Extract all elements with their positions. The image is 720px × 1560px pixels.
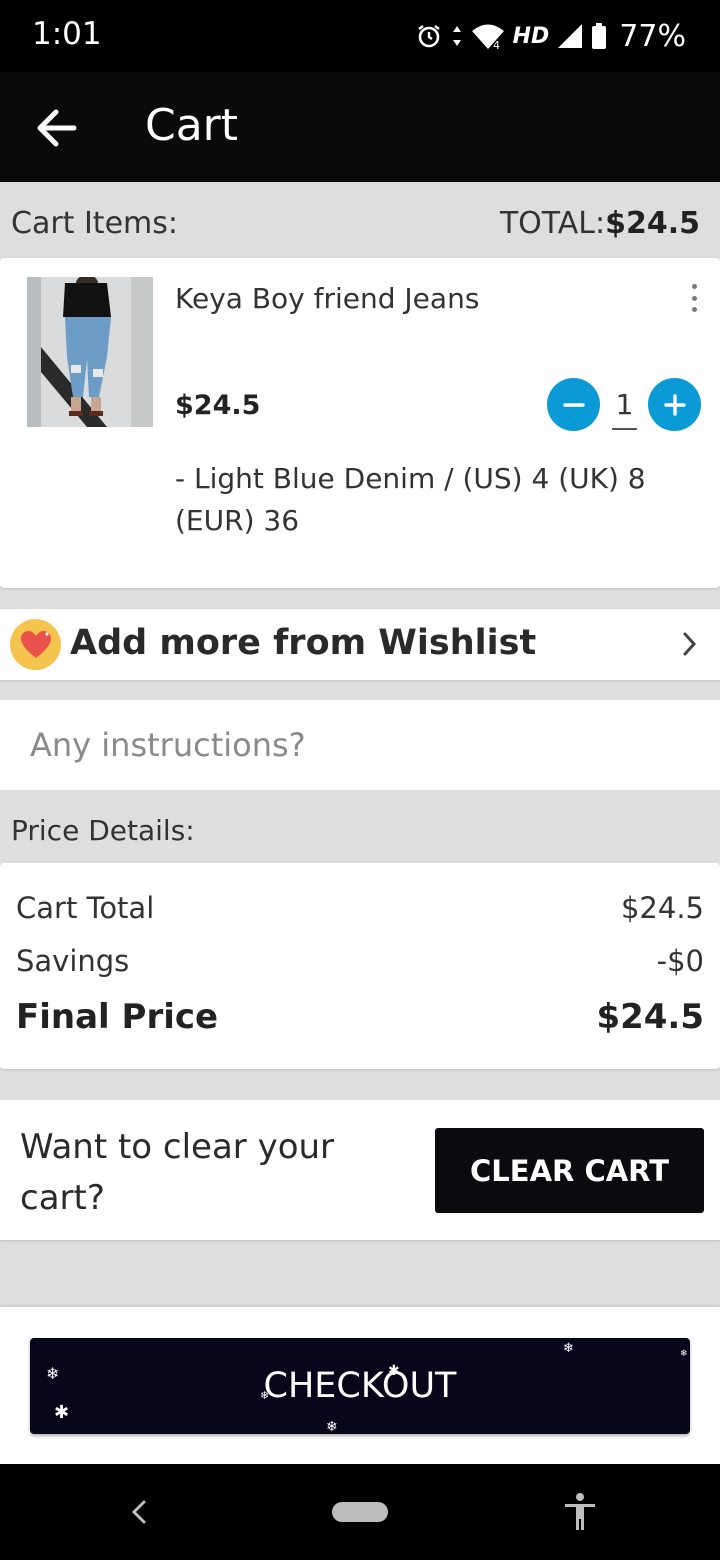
chevron-right-icon: [683, 632, 697, 656]
snowflake-icon: ❄: [563, 1341, 574, 1356]
snowflake-icon: ❄: [680, 1349, 688, 1359]
price-details-header: Price Details:: [11, 814, 195, 847]
network-gen-label: 4: [493, 39, 500, 50]
add-from-wishlist-button[interactable]: Add more from Wishlist: [0, 609, 720, 680]
cart-total: TOTAL:$24.5: [500, 206, 700, 241]
plus-icon: [663, 393, 686, 416]
back-button[interactable]: [28, 100, 84, 156]
snowflake-icon: ❄: [260, 1389, 270, 1402]
accessibility-icon[interactable]: [562, 1492, 598, 1532]
wifi-icon: 4: [471, 22, 505, 50]
checkout-button[interactable]: ❄ ✱ ❄ ❄ ✱ ❄ ❄ CHECKOUT: [30, 1338, 690, 1434]
quantity-increase-button[interactable]: [648, 378, 701, 431]
battery-icon: [591, 22, 607, 50]
clear-cart-button[interactable]: CLEAR CART: [435, 1128, 704, 1213]
app-bar: Cart: [0, 72, 720, 182]
battery-percent: 77%: [619, 18, 686, 54]
product-name[interactable]: Keya Boy friend Jeans: [175, 282, 479, 315]
clear-cart-prompt: Want to clear your cart?: [20, 1127, 335, 1218]
price-row-value: $24.5: [620, 891, 704, 925]
cart-items-header: Cart Items: TOTAL:$24.5: [0, 182, 720, 258]
status-icons: 4 HD 77%: [415, 14, 686, 58]
system-nav-bar: [0, 1464, 720, 1560]
instructions-input[interactable]: [30, 718, 690, 772]
product-image[interactable]: [27, 277, 153, 427]
alarm-icon: [415, 22, 443, 50]
instructions-box: [0, 700, 720, 790]
price-row-value: $24.5: [596, 997, 704, 1037]
nav-home-button[interactable]: [332, 1502, 388, 1522]
price-row-savings: Savings -$0: [16, 944, 704, 978]
quantity-decrease-button[interactable]: [547, 378, 600, 431]
product-price: $24.5: [175, 390, 261, 421]
price-row-value: -$0: [656, 944, 704, 978]
price-row-final-price: Final Price $24.5: [16, 997, 704, 1037]
cart-total-value: $24.5: [605, 206, 700, 241]
status-bar: 1:01 4 HD 77%: [0, 0, 720, 72]
product-variant: - Light Blue Denim / (US) 4 (UK) 8 (EUR)…: [175, 462, 646, 537]
data-arrows-icon: [451, 24, 463, 48]
arrow-left-icon: [37, 109, 77, 147]
checkout-panel: ❄ ✱ ❄ ❄ ✱ ❄ ❄ CHECKOUT: [0, 1307, 720, 1464]
page-title: Cart: [145, 100, 239, 151]
more-options-icon[interactable]: [682, 284, 706, 312]
snowflake-icon: ✱: [54, 1402, 70, 1423]
price-row-label: Cart Total: [16, 891, 155, 925]
quantity-value[interactable]: 1: [612, 388, 637, 430]
wishlist-label: Add more from Wishlist: [70, 623, 537, 663]
snowflake-icon: ✱: [388, 1363, 400, 1379]
price-row-label: Savings: [16, 944, 130, 978]
price-row-cart-total: Cart Total $24.5: [16, 891, 704, 925]
minus-icon: [562, 402, 585, 407]
heart-icon: [10, 619, 61, 670]
cart-total-label: TOTAL:: [499, 206, 606, 241]
price-details-card: Cart Total $24.5 Savings -$0 Final Price…: [0, 863, 720, 1069]
snowflake-icon: ❄: [326, 1419, 338, 1434]
signal-icon: [557, 23, 583, 49]
nav-back-icon[interactable]: [126, 1496, 152, 1528]
status-time: 1:01: [32, 16, 102, 52]
price-row-label: Final Price: [16, 997, 219, 1037]
checkout-label: CHECKOUT: [263, 1366, 457, 1406]
snowflake-icon: ❄: [46, 1364, 60, 1383]
clear-cart-card: Want to clear your cart? CLEAR CART: [0, 1100, 720, 1240]
cart-items-label: Cart Items:: [11, 206, 178, 241]
network-hd-label: HD: [512, 23, 550, 49]
cart-item-card: Keya Boy friend Jeans $24.5 1 - Light Bl…: [0, 258, 720, 588]
